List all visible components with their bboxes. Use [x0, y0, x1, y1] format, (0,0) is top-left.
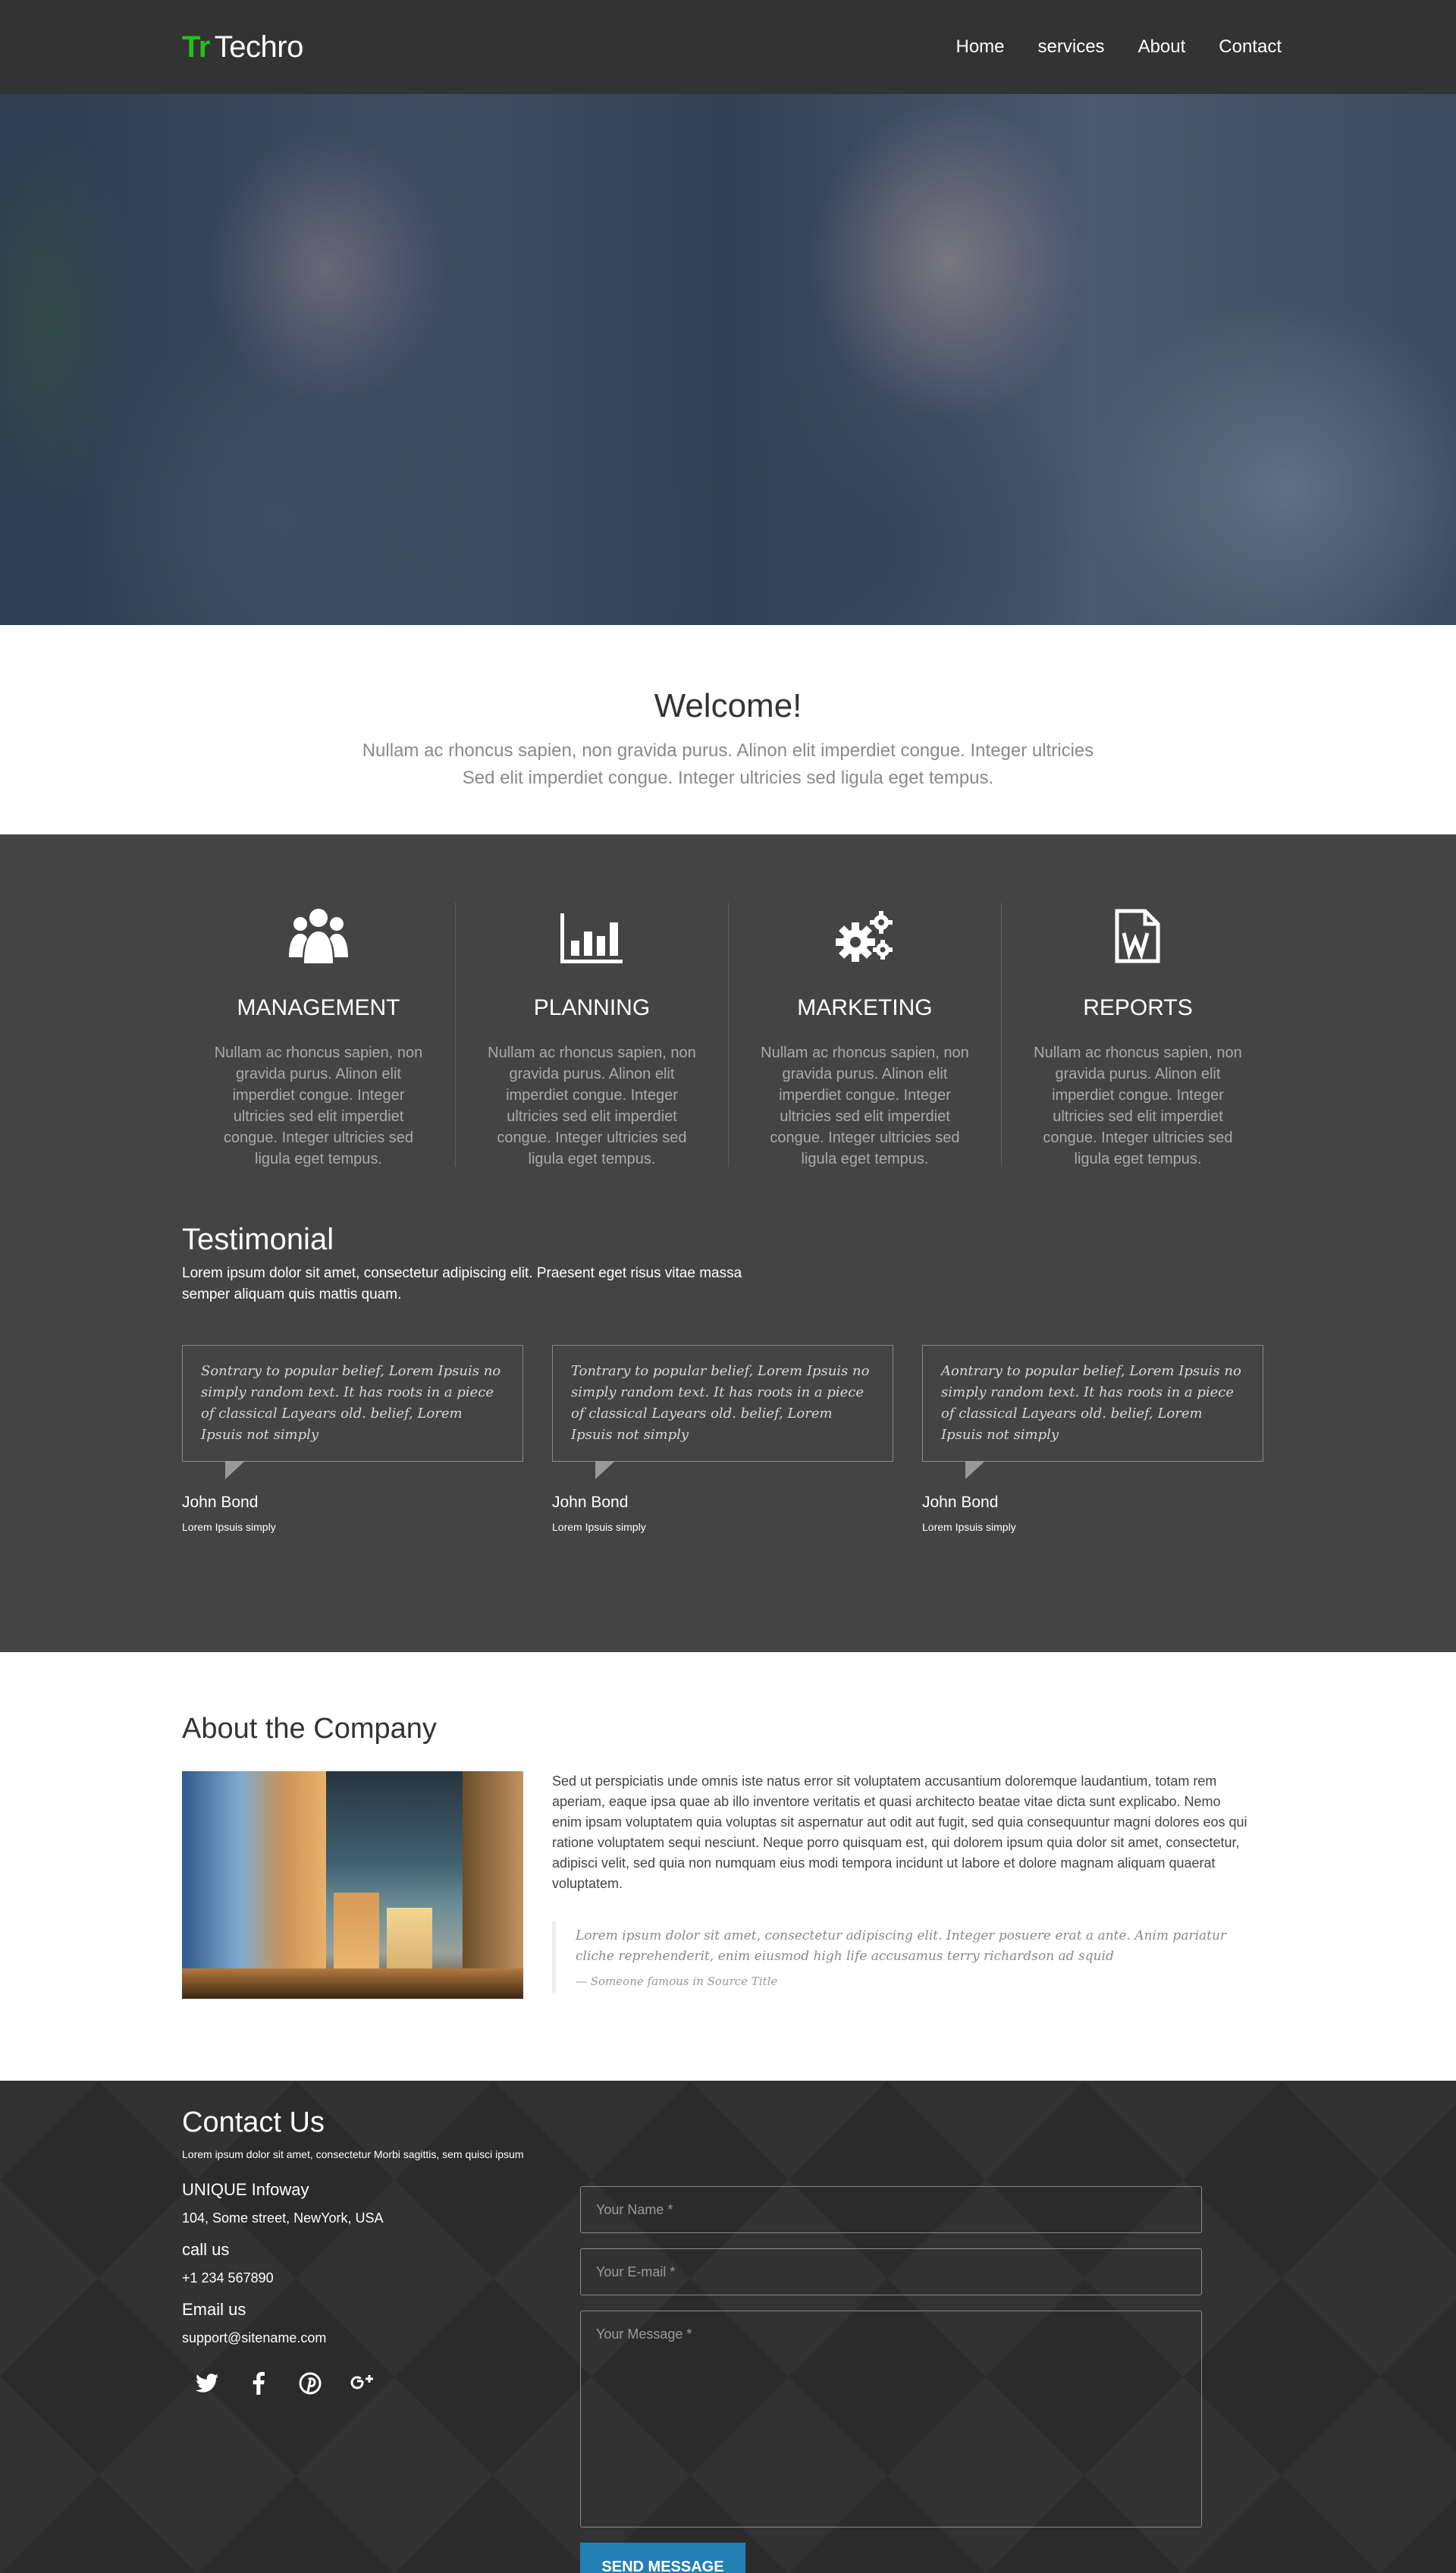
testimonial-role: Lorem Ipsuis simply	[922, 1521, 1016, 1533]
about-blockquote: Lorem ipsum dolor sit amet, consectetur …	[552, 1921, 1253, 1993]
service-text: Nullam ac rhoncus sapien, non gravida pu…	[488, 1045, 696, 1167]
social-links	[182, 2369, 580, 2398]
service-management: MANAGEMENT Nullam ac rhoncus sapien, non…	[182, 903, 455, 1167]
about-title: About the Company	[182, 1713, 437, 1745]
testimonial-cards: Sontrary to popular belief, Lorem Ipsuis…	[182, 1345, 1274, 1533]
services-row: MANAGEMENT Nullam ac rhoncus sapien, non…	[182, 903, 1274, 1167]
quote-text: Aontrary to popular belief, Lorem Ipsuis…	[941, 1363, 1241, 1443]
logo-text: Techro	[214, 30, 304, 64]
service-reports: REPORTS Nullam ac rhoncus sapien, non gr…	[1000, 903, 1274, 1167]
testimonial-title: Testimonial	[182, 1223, 334, 1256]
testimonial-role: Lorem Ipsuis simply	[182, 1521, 276, 1533]
testimonial-card: Aontrary to popular belief, Lorem Ipsuis…	[922, 1345, 1263, 1533]
welcome-section: Welcome! Nullam ac rhoncus sapien, non g…	[0, 625, 1456, 834]
nav-home[interactable]: Home	[956, 36, 1005, 58]
service-planning: PLANNING Nullam ac rhoncus sapien, non g…	[454, 903, 728, 1167]
users-icon	[206, 903, 431, 963]
welcome-text-line1: Nullam ac rhoncus sapien, non gravida pu…	[362, 740, 1094, 761]
nav-services[interactable]: services	[1038, 36, 1105, 58]
main-nav: Home services About Contact	[956, 36, 1282, 58]
twitter-icon[interactable]	[193, 2369, 221, 2398]
call-label: call us	[182, 2240, 230, 2259]
email-input[interactable]	[580, 2248, 1202, 2295]
testimonial-card: Tontrary to popular belief, Lorem Ipsuis…	[552, 1345, 893, 1533]
quote-text: Sontrary to popular belief, Lorem Ipsuis…	[201, 1363, 501, 1443]
testimonial-name: John Bond	[552, 1494, 629, 1511]
quote-text: Tontrary to popular belief, Lorem Ipsuis…	[571, 1363, 870, 1443]
service-text: Nullam ac rhoncus sapien, non gravida pu…	[761, 1045, 969, 1167]
service-title: REPORTS	[1083, 995, 1193, 1020]
testimonial-role: Lorem Ipsuis simply	[552, 1521, 646, 1533]
service-title: PLANNING	[533, 995, 651, 1020]
logo[interactable]: Tr Techro	[182, 30, 303, 64]
hero-image	[0, 94, 1456, 625]
testimonial-intro: Lorem ipsum dolor sit amet, consectetur …	[182, 1265, 742, 1302]
facebook-icon[interactable]	[244, 2369, 273, 2398]
google-plus-icon[interactable]	[347, 2369, 376, 2398]
blockquote-source: — Someone famous in Source Title	[576, 1975, 778, 1988]
contact-info: UNIQUE Infoway 104, Some street, NewYork…	[182, 2168, 580, 2573]
welcome-text-line2: Sed elit imperdiet congue. Integer ultri…	[462, 768, 994, 788]
phone-number: +1 234 567890	[182, 2270, 274, 2286]
contact-section: Contact Us Lorem ipsum dolor sit amet, c…	[0, 2081, 1456, 2573]
testimonial-quote: Aontrary to popular belief, Lorem Ipsuis…	[922, 1345, 1263, 1479]
pinterest-icon[interactable]	[296, 2369, 325, 2398]
word-file-icon	[1026, 903, 1250, 963]
email-address[interactable]: support@sitename.com	[182, 2330, 580, 2346]
about-text-block: Sed ut perspiciatis unde omnis iste natu…	[552, 1771, 1253, 1999]
testimonial-card: Sontrary to popular belief, Lorem Ipsuis…	[182, 1345, 523, 1533]
welcome-title: Welcome!	[654, 687, 802, 724]
testimonial-name: John Bond	[182, 1494, 259, 1511]
blockquote-text: Lorem ipsum dolor sit amet, consectetur …	[576, 1928, 1227, 1964]
address: 104, Some street, NewYork, USA	[182, 2210, 384, 2226]
service-title: MANAGEMENT	[237, 995, 400, 1020]
name-input[interactable]	[580, 2186, 1202, 2233]
testimonial-section: Testimonial Lorem ipsum dolor sit amet, …	[182, 1223, 1274, 1533]
testimonial-quote: Tontrary to popular belief, Lorem Ipsuis…	[552, 1345, 893, 1479]
message-textarea[interactable]	[580, 2311, 1202, 2527]
company-building-image	[182, 1771, 523, 1999]
quote-tail	[965, 1461, 985, 1479]
company-label: UNIQUE Infoway	[182, 2180, 309, 2199]
services-testimonial-section: MANAGEMENT Nullam ac rhoncus sapien, non…	[0, 834, 1456, 1652]
about-paragraph: Sed ut perspiciatis unde omnis iste natu…	[552, 1773, 1247, 1891]
gears-icon	[753, 903, 977, 963]
about-content: Sed ut perspiciatis unde omnis iste natu…	[182, 1771, 1274, 1999]
email-label: Email us	[182, 2300, 246, 2319]
service-text: Nullam ac rhoncus sapien, non gravida pu…	[214, 1045, 423, 1167]
service-title: MARKETING	[797, 995, 933, 1020]
quote-tail	[595, 1461, 615, 1479]
logo-mark: Tr	[182, 30, 210, 64]
service-marketing: MARKETING Nullam ac rhoncus sapien, non …	[727, 903, 1001, 1167]
testimonial-quote: Sontrary to popular belief, Lorem Ipsuis…	[182, 1345, 523, 1479]
quote-tail	[225, 1461, 245, 1479]
nav-contact[interactable]: Contact	[1219, 36, 1282, 58]
service-text: Nullam ac rhoncus sapien, non gravida pu…	[1034, 1045, 1242, 1167]
site-header: Tr Techro Home services About Contact	[0, 0, 1456, 94]
bar-chart-icon	[480, 903, 704, 963]
nav-about[interactable]: About	[1138, 36, 1186, 58]
contact-subtitle: Lorem ipsum dolor sit amet, consectetur …	[182, 2148, 524, 2160]
send-message-button[interactable]: SEND MESSAGE	[580, 2543, 745, 2573]
testimonial-name: John Bond	[922, 1494, 999, 1511]
contact-title: Contact Us	[182, 2106, 325, 2138]
contact-form: SEND MESSAGE	[580, 2168, 1202, 2573]
contact-content: UNIQUE Infoway 104, Some street, NewYork…	[182, 2168, 1274, 2573]
about-section: About the Company Sed ut perspiciatis un…	[0, 1652, 1456, 2081]
